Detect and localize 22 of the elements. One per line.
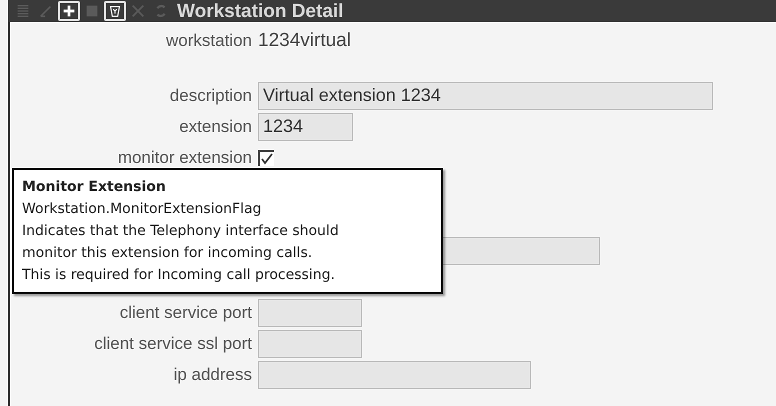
input-field[interactable] <box>258 298 362 326</box>
input-field[interactable] <box>258 360 531 388</box>
tooltip-text: Workstation.MonitorExtensionFlag <box>22 200 262 219</box>
tooltip-text: monitor this extension for incoming calls. <box>22 244 314 263</box>
field-label: client service ssl port <box>94 335 252 352</box>
field-label: workstation <box>166 32 252 49</box>
tooltip-title: Monitor Extension <box>22 178 167 197</box>
field-label: ip address <box>174 366 252 383</box>
field-label: client service port <box>120 304 252 321</box>
trash-icon[interactable] <box>104 1 126 21</box>
window-title: Workstation Detail <box>177 2 344 20</box>
field-label: description <box>170 87 252 104</box>
input-field[interactable] <box>258 330 362 358</box>
tooltip-text: This is required for Incoming call processing. <box>22 266 336 285</box>
tooltip-text: Indicates that the Telephony interface should <box>22 222 340 241</box>
input-field[interactable]: 1234 <box>258 112 353 140</box>
workstation-value: 1234virtual <box>258 31 351 50</box>
checkbox[interactable] <box>258 150 274 166</box>
input-field[interactable]: Virtual extension 1234 <box>258 82 713 110</box>
plus-icon[interactable] <box>58 1 80 21</box>
field-label: extension <box>179 118 252 135</box>
field-label: monitor extension <box>118 149 252 166</box>
